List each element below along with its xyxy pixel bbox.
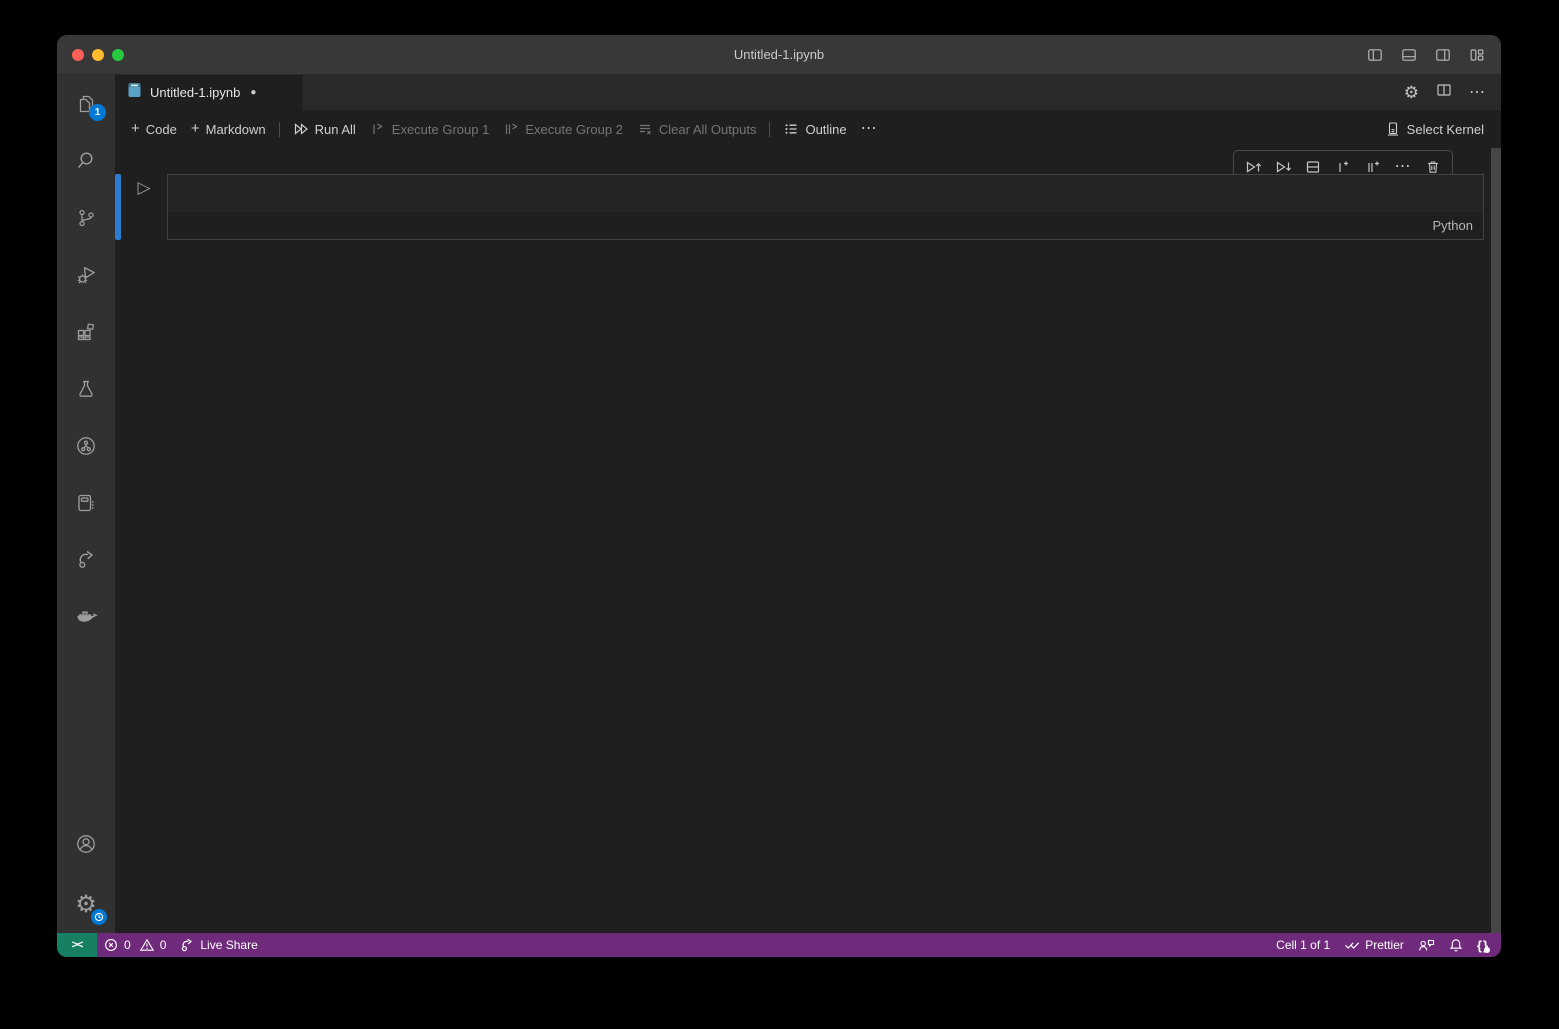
notebook-extension-icon[interactable] — [57, 474, 115, 531]
cell-code-input[interactable] — [168, 175, 1483, 212]
split-editor-icon[interactable] — [1436, 82, 1452, 103]
clear-all-outputs-button[interactable]: Clear All Outputs — [630, 117, 764, 141]
vscode-window: Untitled-1.ipynb 1 — [57, 35, 1501, 957]
plus-icon: + — [131, 121, 140, 136]
toolbar-separator — [769, 122, 770, 137]
tab-label: Untitled-1.ipynb — [150, 85, 240, 100]
prettier-status[interactable]: Prettier — [1337, 933, 1411, 957]
execute-group-2-button[interactable]: Execute Group 2 — [496, 117, 630, 141]
toggle-secondary-sidebar-icon[interactable] — [1435, 47, 1451, 63]
customize-layout-icon[interactable] — [1469, 47, 1485, 63]
notebook-file-icon — [127, 82, 142, 103]
toolbar-more-actions-icon[interactable]: ⋯ — [854, 117, 885, 141]
settings-clock-badge — [91, 909, 107, 925]
run-cell-button[interactable]: ▷ — [137, 179, 150, 196]
double-check-icon — [1344, 938, 1360, 952]
feedback-icon[interactable] — [1411, 933, 1442, 957]
cell-frame: Python — [167, 174, 1484, 240]
execute-group-2-icon — [503, 121, 519, 137]
execute-group-1-icon — [370, 121, 386, 137]
settings-gear-icon[interactable]: ⚙ — [57, 876, 115, 933]
notebook-editor: ⋯ ▷ Python — [115, 148, 1501, 933]
cell-position-indicator: Cell 1 of 1 — [1269, 933, 1337, 957]
notebook-scrollbar[interactable] — [1491, 148, 1501, 933]
select-kernel-button[interactable]: Select Kernel — [1378, 117, 1491, 141]
window-title: Untitled-1.ipynb — [57, 47, 1501, 62]
outline-list-icon — [783, 121, 799, 137]
tab-dirty-indicator[interactable]: ● — [250, 87, 256, 98]
source-control-icon[interactable] — [57, 189, 115, 246]
toggle-panel-icon[interactable] — [1401, 47, 1417, 63]
warning-icon — [140, 938, 154, 952]
outline-button[interactable]: Outline — [776, 117, 853, 141]
braces-notification-icon[interactable]: {} — [1470, 933, 1501, 957]
clear-all-outputs-icon — [637, 121, 653, 137]
search-icon[interactable] — [57, 132, 115, 189]
traffic-lights — [72, 49, 124, 61]
problems-indicator[interactable]: 0 0 — [97, 933, 173, 957]
accounts-icon[interactable] — [57, 819, 115, 876]
live-share-icon[interactable] — [57, 531, 115, 588]
code-cell: ▷ Python — [115, 174, 1484, 240]
notebook-toolbar: + Code + Markdown Run All — [115, 110, 1501, 148]
editor-more-actions-icon[interactable]: ⋯ — [1469, 85, 1486, 101]
notifications-bell-icon[interactable] — [1442, 933, 1470, 957]
tab-bar: Untitled-1.ipynb ● ⚙ ⋯ — [115, 75, 1501, 110]
live-share-status[interactable]: Live Share — [173, 933, 264, 957]
execute-group-1-button[interactable]: Execute Group 1 — [363, 117, 497, 141]
run-all-button[interactable]: Run All — [286, 117, 363, 141]
cell-language-picker[interactable]: Python — [1433, 218, 1473, 233]
minimize-window-button[interactable] — [92, 49, 104, 61]
notebook-settings-gear-icon[interactable]: ⚙ — [1404, 84, 1419, 101]
error-icon — [104, 938, 118, 952]
close-window-button[interactable] — [72, 49, 84, 61]
toggle-primary-sidebar-icon[interactable] — [1367, 47, 1383, 63]
title-bar: Untitled-1.ipynb — [57, 35, 1501, 75]
kernel-icon — [1385, 121, 1401, 137]
remote-indicator[interactable]: >< — [57, 933, 97, 957]
commit-graph-icon[interactable] — [57, 417, 115, 474]
activity-bar: 1 — [57, 75, 115, 933]
status-bar: >< 0 0 Live Share Cell 1 of 1 Prettier — [57, 933, 1501, 957]
plus-icon: + — [191, 121, 200, 136]
explorer-icon[interactable]: 1 — [57, 75, 115, 132]
live-share-status-icon — [180, 938, 195, 952]
zoom-window-button[interactable] — [112, 49, 124, 61]
testing-beaker-icon[interactable] — [57, 360, 115, 417]
add-code-cell-button[interactable]: + Code — [124, 118, 184, 141]
explorer-badge: 1 — [89, 104, 106, 121]
run-and-debug-icon[interactable] — [57, 246, 115, 303]
run-all-icon — [293, 121, 309, 137]
docker-icon[interactable] — [57, 588, 115, 645]
add-markdown-cell-button[interactable]: + Markdown — [184, 118, 273, 141]
tab-untitled-1-ipynb[interactable]: Untitled-1.ipynb ● — [115, 75, 303, 110]
extensions-icon[interactable] — [57, 303, 115, 360]
toolbar-separator — [279, 122, 280, 137]
braces-dot — [1484, 947, 1490, 953]
